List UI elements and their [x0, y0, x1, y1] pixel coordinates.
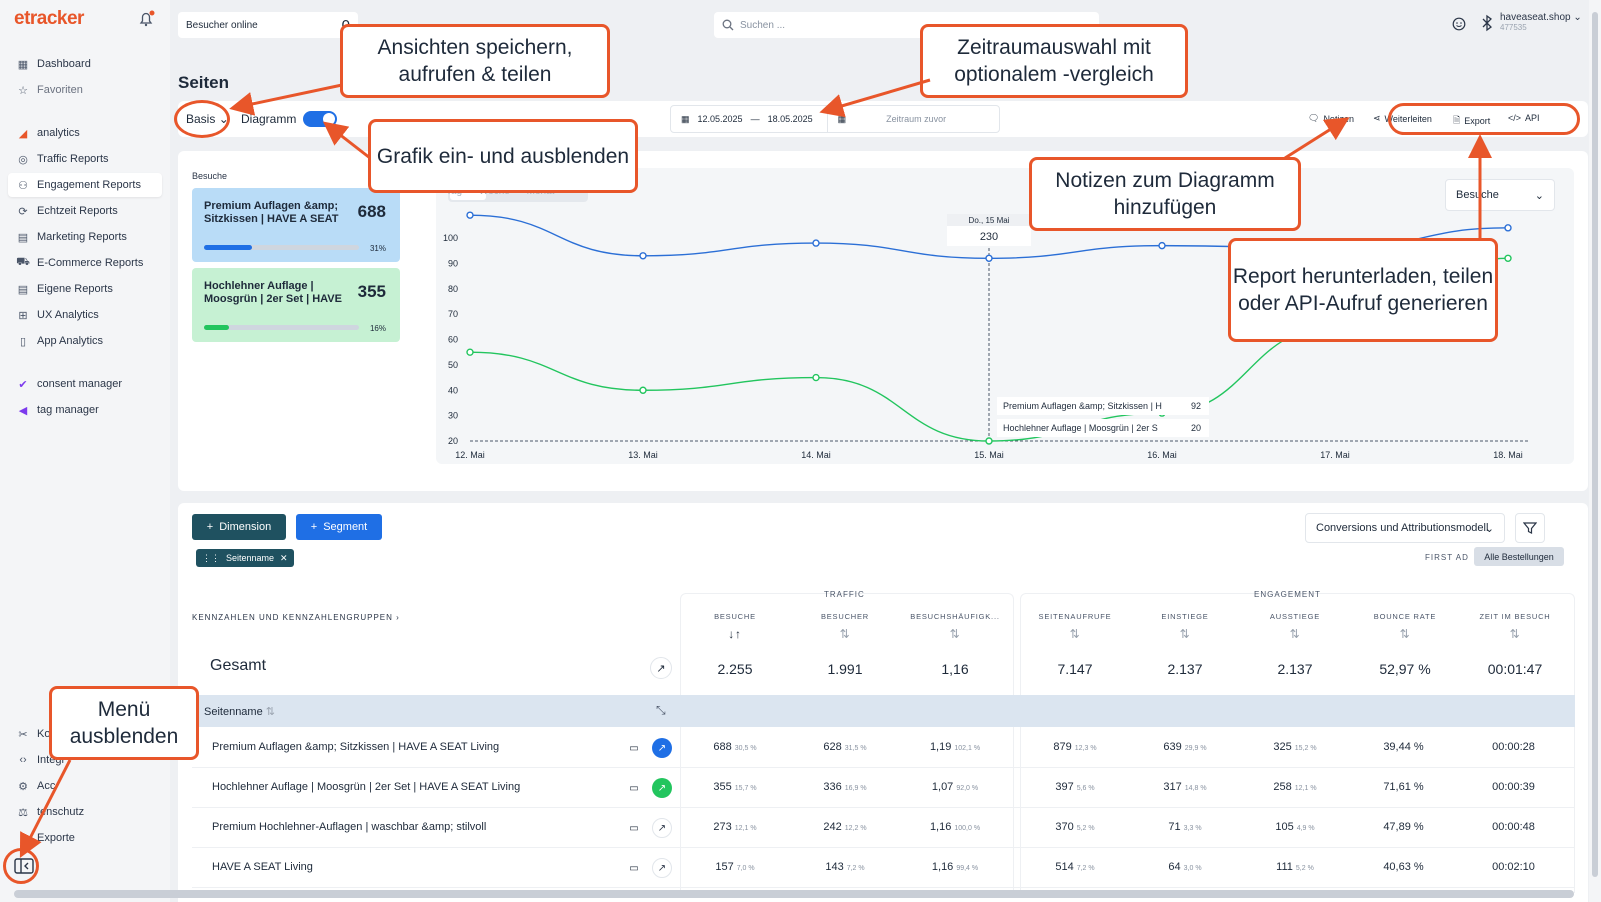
- callout-arrows: [19, 78, 1492, 859]
- horizontal-scrollbar[interactable]: [14, 890, 1574, 898]
- vertical-scrollbar[interactable]: [1589, 0, 1601, 902]
